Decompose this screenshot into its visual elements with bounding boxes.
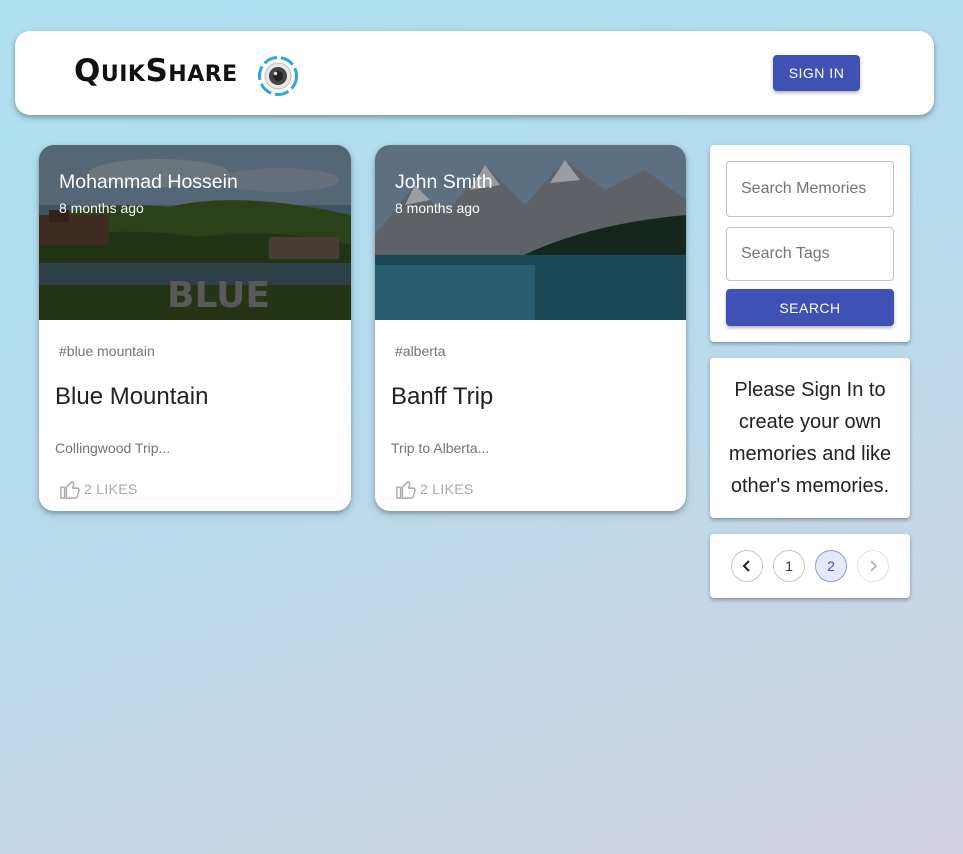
- post-time: 8 months ago: [395, 200, 480, 216]
- likes-count: 2 LIKES: [420, 481, 474, 497]
- post-message: Collingwood Trip...: [55, 440, 171, 456]
- app-bar: QuikShare SIGN IN: [15, 31, 934, 115]
- post-image: John Smith 8 months ago: [375, 145, 686, 320]
- post-title: Banff Trip: [391, 383, 494, 410]
- like-button[interactable]: 2 LIKES: [395, 479, 473, 499]
- post-message: Trip to Alberta...: [391, 440, 490, 456]
- post-card[interactable]: John Smith 8 months ago #alberta Banff T…: [375, 145, 686, 511]
- search-button[interactable]: SEARCH: [726, 289, 894, 326]
- search-tags-input[interactable]: [726, 227, 894, 281]
- search-panel: SEARCH: [710, 145, 910, 342]
- pagination: 1 2: [710, 534, 910, 598]
- likes-count: 2 LIKES: [84, 481, 138, 497]
- sign-in-prompt-text: Please Sign In to create your own memori…: [728, 379, 892, 497]
- thumb-up-icon: [396, 481, 416, 499]
- post-time: 8 months ago: [59, 200, 144, 216]
- next-page-button[interactable]: [857, 550, 889, 582]
- chevron-right-icon: [870, 560, 878, 572]
- post-author: Mohammad Hossein: [59, 171, 238, 193]
- post-title: Blue Mountain: [55, 383, 209, 410]
- post-image: BLUE Mohammad Hossein 8 months ago: [39, 145, 351, 320]
- previous-page-button[interactable]: [731, 550, 763, 582]
- sign-in-prompt-panel: Please Sign In to create your own memori…: [710, 358, 910, 518]
- like-button[interactable]: 2 LIKES: [59, 479, 137, 499]
- sign-in-button[interactable]: SIGN IN: [773, 55, 860, 91]
- search-memories-input[interactable]: [726, 161, 894, 217]
- post-card[interactable]: BLUE Mohammad Hossein 8 months ago #blue…: [39, 145, 351, 511]
- chevron-left-icon: [742, 560, 750, 572]
- brand-title[interactable]: QuikShare: [74, 53, 238, 89]
- post-tags: #blue mountain: [59, 343, 155, 359]
- page-button-1[interactable]: 1: [773, 550, 805, 582]
- post-tags: #alberta: [395, 343, 446, 359]
- post-author: John Smith: [395, 171, 493, 193]
- page-button-2-current[interactable]: 2: [815, 550, 847, 582]
- camera-lens-logo-icon[interactable]: [257, 55, 299, 97]
- thumb-up-icon: [60, 481, 80, 499]
